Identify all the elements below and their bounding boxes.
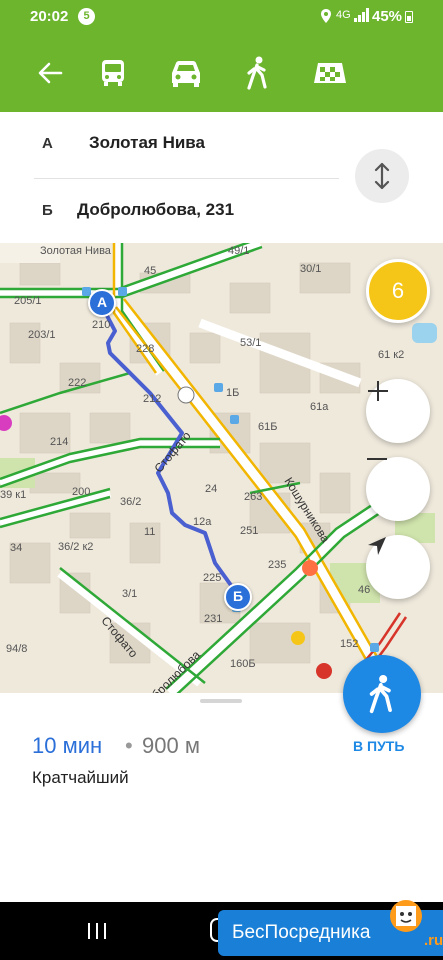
- mascot-icon: [390, 900, 422, 932]
- from-letter: А: [42, 135, 53, 152]
- swap-icon: [374, 162, 390, 190]
- traffic-score-button[interactable]: 6: [366, 259, 430, 323]
- minus-icon: [367, 458, 387, 460]
- taxi-icon: [314, 63, 346, 83]
- map-house-number: 225: [203, 572, 222, 584]
- station-label: Золотая Нива: [40, 245, 111, 257]
- walk-icon: [247, 56, 267, 90]
- map-house-number: 228: [136, 343, 155, 355]
- network-icon: 4G: [336, 9, 351, 21]
- map-house-number: 61 к2: [378, 349, 405, 361]
- recent-apps-icon[interactable]: [86, 922, 108, 940]
- route-to-field[interactable]: Б Добролюбова, 231: [0, 179, 340, 243]
- status-bar: 20:02 5 4G 45%: [0, 0, 443, 33]
- map-house-number: 3/1: [122, 588, 138, 600]
- map-house-number: 24: [205, 483, 218, 495]
- watermark-suffix: .ru: [424, 932, 443, 949]
- map-house-number: 61Б: [258, 421, 278, 433]
- car-icon: [172, 61, 200, 87]
- status-time: 20:02: [30, 8, 69, 25]
- map-house-number: 11: [144, 526, 156, 538]
- map-house-number: 205/1: [14, 295, 42, 307]
- plus-icon: [368, 381, 388, 401]
- transport-toolbar: [0, 33, 443, 112]
- map-house-number: 34: [10, 542, 23, 554]
- bus-icon: [102, 60, 124, 86]
- start-navigation-label[interactable]: В ПУТЬ: [353, 738, 404, 754]
- map-house-number: 214: [50, 436, 69, 448]
- watermark-text: БесПосредника: [232, 922, 371, 943]
- route-type: Кратчайший: [32, 768, 129, 787]
- map-house-number: 231: [204, 613, 223, 625]
- bus-mode-button[interactable]: [91, 51, 135, 95]
- my-location-button[interactable]: [366, 535, 430, 599]
- from-text: Золотая Нива: [89, 133, 205, 152]
- map-house-number: 30/1: [300, 263, 322, 275]
- map-house-number: 210: [92, 319, 111, 331]
- sheet-handle[interactable]: [200, 699, 242, 703]
- battery-percent: 45%: [372, 8, 403, 25]
- map-house-number: 235: [268, 559, 287, 571]
- route-duration: 10 мин: [32, 733, 103, 758]
- start-marker[interactable]: А: [88, 289, 116, 317]
- zoom-out-button[interactable]: [366, 457, 430, 521]
- car-mode-button[interactable]: [164, 51, 208, 95]
- map-house-number: 36/2 к2: [58, 541, 94, 553]
- map-house-number: 251: [240, 525, 259, 537]
- map-house-number: 203/1: [28, 329, 56, 341]
- map-house-number: 94/8: [6, 643, 28, 655]
- taxi-mode-button[interactable]: [308, 51, 352, 95]
- navigation-arrow-icon: [368, 537, 386, 555]
- end-marker[interactable]: Б: [224, 583, 252, 611]
- start-navigation-button[interactable]: [343, 655, 421, 733]
- map-view[interactable]: Золотая Нива 49/1 45 30/1 205/1 210 203/…: [0, 243, 443, 693]
- map-house-number: 46: [358, 584, 371, 596]
- back-button[interactable]: [28, 51, 72, 95]
- walk-icon: [369, 674, 392, 714]
- watermark-logo: БесПосредника .ru: [218, 900, 443, 956]
- map-house-number: 12а: [193, 516, 212, 528]
- route-from-field[interactable]: А Золотая Нива: [0, 112, 340, 176]
- route-distance: 900 м: [142, 733, 200, 758]
- map-house-number: 45: [144, 265, 157, 277]
- signal-icon: [354, 8, 369, 22]
- map-house-number: 222: [68, 377, 87, 389]
- to-text: Добролюбова, 231: [77, 200, 235, 219]
- notification-badge: 5: [78, 8, 95, 25]
- map-house-number: 49/1: [228, 245, 250, 257]
- map-house-number: 1Б: [226, 387, 240, 399]
- map-house-number: 61а: [310, 401, 329, 413]
- separator-dot: •: [125, 733, 133, 758]
- map-house-number: 263: [244, 491, 263, 503]
- map-house-number: 200: [72, 486, 91, 498]
- map-house-number: 212: [143, 393, 162, 405]
- map-house-number: 160Б: [230, 658, 256, 670]
- back-icon: [38, 62, 63, 84]
- walk-mode-button[interactable]: [236, 51, 280, 95]
- map-house-number: 53/1: [240, 337, 262, 349]
- location-icon: [321, 9, 331, 23]
- map-house-number: 39 к1: [0, 489, 27, 501]
- swap-route-button[interactable]: [355, 149, 409, 203]
- map-house-number: 36/2: [120, 496, 142, 508]
- to-letter: Б: [42, 202, 53, 219]
- map-house-number: 152: [340, 638, 359, 650]
- battery-icon: [405, 11, 413, 23]
- zoom-in-button[interactable]: [366, 379, 430, 443]
- route-panel: А Золотая Нива Б Добролюбова, 231: [0, 112, 443, 243]
